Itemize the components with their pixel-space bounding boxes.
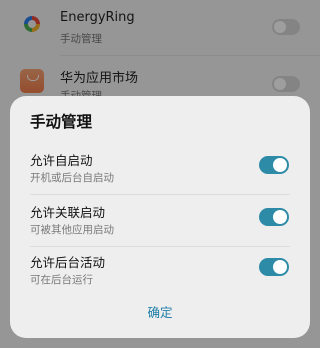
auto-launch-toggle[interactable] bbox=[259, 156, 289, 174]
option-description: 开机或后台自启动 bbox=[30, 172, 114, 184]
option-background-activity[interactable]: 允许后台活动 可在后台运行 bbox=[10, 248, 310, 298]
option-label: 允许关联启动 bbox=[30, 205, 106, 220]
confirm-button[interactable]: 确定 bbox=[10, 302, 310, 328]
manual-manage-dialog: 手动管理 允许自启动 开机或后台自启动 允许关联启动 可被其他应用启动 允许后台… bbox=[10, 96, 310, 338]
background-activity-toggle[interactable] bbox=[259, 258, 289, 276]
option-label: 允许自启动 bbox=[30, 153, 93, 168]
option-associated-launch[interactable]: 允许关联启动 可被其他应用启动 bbox=[10, 198, 310, 248]
option-label: 允许后台活动 bbox=[30, 255, 106, 270]
option-auto-launch[interactable]: 允许自启动 开机或后台自启动 bbox=[10, 146, 310, 196]
toggle-knob bbox=[273, 260, 287, 274]
option-description: 可在后台运行 bbox=[30, 274, 93, 286]
divider bbox=[30, 194, 290, 195]
option-description: 可被其他应用启动 bbox=[30, 224, 114, 236]
dialog-title: 手动管理 bbox=[30, 113, 93, 131]
associated-launch-toggle[interactable] bbox=[259, 208, 289, 226]
toggle-knob bbox=[273, 210, 287, 224]
divider bbox=[30, 246, 290, 247]
toggle-knob bbox=[273, 158, 287, 172]
